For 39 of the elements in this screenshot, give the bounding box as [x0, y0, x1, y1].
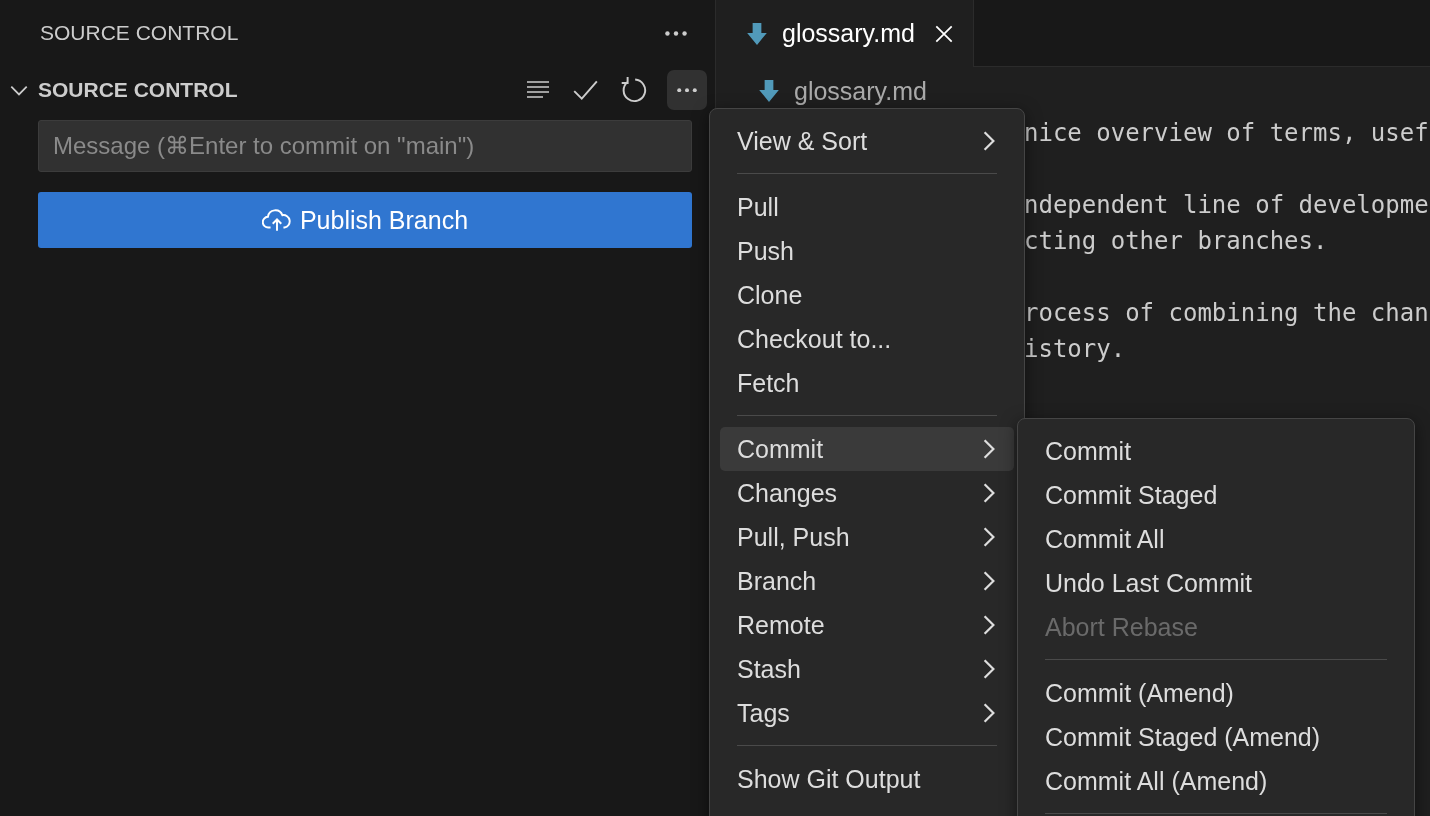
cloud-upload-icon [261, 207, 292, 233]
refresh-icon[interactable] [619, 76, 647, 104]
menu-item[interactable]: Push [720, 229, 1014, 273]
menu-item[interactable]: Commit All [1028, 517, 1404, 561]
more-button[interactable] [667, 70, 707, 110]
menu-item[interactable]: Remote [720, 603, 1014, 647]
editor-tab[interactable]: glossary.md [716, 0, 974, 67]
menu-item[interactable]: Pull, Push [720, 515, 1014, 559]
menu-item[interactable]: Commit Staged [1028, 473, 1404, 517]
menu-item[interactable]: Stash [720, 647, 1014, 691]
menu-item[interactable]: Clone [720, 273, 1014, 317]
menu-item[interactable]: Tags [720, 691, 1014, 735]
panel-title: SOURCE CONTROL [40, 21, 239, 45]
more-icon[interactable] [665, 30, 687, 36]
breadcrumb[interactable]: glossary.md [794, 76, 927, 106]
menu-item[interactable]: Commit All (Amend) [1028, 759, 1404, 803]
menu-item[interactable]: View & Sort [720, 119, 1014, 163]
menu-item[interactable]: Commit (Amend) [1028, 671, 1404, 715]
menu-item[interactable]: Checkout to... [720, 317, 1014, 361]
code-line: cting other branches. [1024, 227, 1328, 255]
code-line: nice overview of terms, usef [1024, 119, 1429, 147]
code-line: ndependent line of developme [1024, 191, 1429, 219]
publish-button[interactable]: Publish Branch [38, 192, 692, 248]
menu-item[interactable]: Commit [720, 427, 1014, 471]
menu-item[interactable]: Undo Last Commit [1028, 561, 1404, 605]
section-title[interactable]: SOURCE CONTROL [38, 78, 238, 102]
menu-item[interactable]: Commit [1028, 429, 1404, 473]
markdown-icon [746, 21, 768, 46]
menu-item[interactable]: Changes [720, 471, 1014, 515]
markdown-icon [758, 79, 780, 103]
menu-item[interactable]: Commit Staged (Amend) [1028, 715, 1404, 759]
menu-item[interactable]: Show Git Output [720, 757, 1014, 801]
message-field[interactable]: Message (⌘Enter to commit on "main") [38, 120, 692, 172]
menu-item[interactable]: Branch [720, 559, 1014, 603]
menu-item[interactable]: Pull [720, 185, 1014, 229]
more-icon [677, 87, 697, 93]
code-line: rocess of combining the chan [1024, 299, 1429, 327]
menu-item[interactable]: Fetch [720, 361, 1014, 405]
code-line: istory. [1024, 335, 1126, 363]
